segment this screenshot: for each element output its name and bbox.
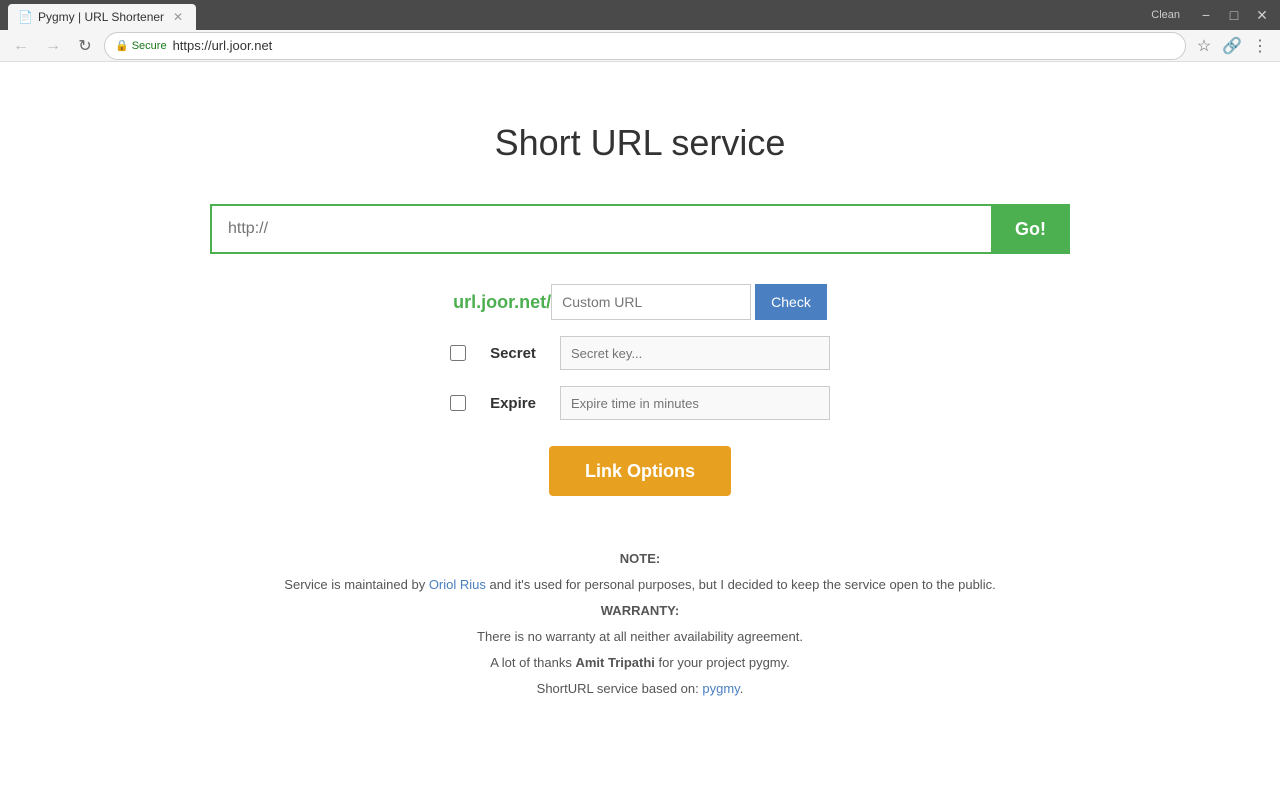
- warranty-label: WARRANTY:: [601, 603, 679, 618]
- thanks-before: A lot of thanks: [490, 655, 575, 670]
- menu-icon[interactable]: ⋮: [1248, 34, 1272, 58]
- url-input-row: Go!: [20, 204, 1260, 254]
- based-on-after: .: [740, 681, 744, 696]
- thanks-author: Amit Tripathi: [575, 655, 654, 670]
- note-after: and it's used for personal purposes, but…: [486, 577, 996, 592]
- tab-favicon-icon: 📄: [18, 10, 32, 24]
- expire-label: Expire: [478, 395, 548, 412]
- forward-button[interactable]: →: [40, 33, 66, 59]
- secure-label: Secure: [132, 40, 167, 52]
- bookmark-icon[interactable]: ☆: [1192, 34, 1216, 58]
- warranty-text: There is no warranty at all neither avai…: [20, 624, 1260, 650]
- check-button[interactable]: Check: [755, 284, 827, 320]
- minimize-button[interactable]: −: [1196, 5, 1216, 25]
- tab-title: Pygmy | URL Shortener: [38, 10, 164, 24]
- expire-checkbox[interactable]: [450, 395, 466, 411]
- custom-url-input[interactable]: [551, 284, 751, 320]
- secret-label: Secret: [478, 345, 548, 362]
- secret-input[interactable]: [560, 336, 830, 370]
- close-button[interactable]: ✕: [1252, 5, 1272, 25]
- base-url-label: url.joor.net/: [453, 292, 551, 313]
- secret-row: Secret: [450, 336, 830, 370]
- go-button[interactable]: Go!: [991, 204, 1070, 254]
- note-line: NOTE:: [20, 546, 1260, 572]
- browser-titlebar: 📄 Pygmy | URL Shortener ✕ Clean − □ ✕: [0, 0, 1280, 30]
- based-on-line: ShortURL service based on: pygmy.: [20, 676, 1260, 702]
- secret-checkbox[interactable]: [450, 345, 466, 361]
- browser-chrome: 📄 Pygmy | URL Shortener ✕ Clean − □ ✕ ← …: [0, 0, 1280, 62]
- maximize-button[interactable]: □: [1224, 5, 1244, 25]
- thanks-after: for your project pygmy.: [655, 655, 790, 670]
- based-on-before: ShortURL service based on:: [537, 681, 703, 696]
- link-options-button[interactable]: Link Options: [549, 446, 731, 496]
- reload-button[interactable]: ↻: [72, 33, 98, 59]
- thanks-line: A lot of thanks Amit Tripathi for your p…: [20, 650, 1260, 676]
- toolbar-right: ☆ 🔗 ⋮: [1192, 34, 1272, 58]
- browser-toolbar: ← → ↻ 🔒 Secure https://url.joor.net ☆ 🔗 …: [0, 30, 1280, 62]
- lock-icon: 🔒: [115, 39, 129, 52]
- address-bar[interactable]: 🔒 Secure https://url.joor.net: [104, 32, 1186, 60]
- url-input-wrapper: Go!: [210, 204, 1070, 254]
- address-text: https://url.joor.net: [173, 38, 1175, 53]
- note-before: Service is maintained by: [284, 577, 429, 592]
- custom-url-row: url.joor.net/ Check: [453, 284, 827, 320]
- warranty-line: WARRANTY:: [20, 598, 1260, 624]
- window-controls: Clean − □ ✕: [1151, 5, 1272, 25]
- expire-row: Expire: [450, 386, 830, 420]
- browser-tab[interactable]: 📄 Pygmy | URL Shortener ✕: [8, 4, 196, 30]
- url-input[interactable]: [210, 204, 991, 254]
- page-content: Short URL service Go! url.joor.net/ Chec…: [0, 62, 1280, 742]
- options-section: url.joor.net/ Check Secret Expire Link O…: [20, 284, 1260, 496]
- expire-input[interactable]: [560, 386, 830, 420]
- footer-notes: NOTE: Service is maintained by Oriol Riu…: [20, 546, 1260, 702]
- back-button[interactable]: ←: [8, 33, 34, 59]
- note-text: Service is maintained by Oriol Rius and …: [20, 572, 1260, 598]
- note-label: NOTE:: [620, 551, 660, 566]
- page-title: Short URL service: [20, 122, 1260, 164]
- tab-close-icon[interactable]: ✕: [170, 9, 186, 25]
- link-icon[interactable]: 🔗: [1220, 34, 1244, 58]
- note-author-link[interactable]: Oriol Rius: [429, 577, 486, 592]
- clean-label: Clean: [1151, 9, 1180, 21]
- pygmy-link[interactable]: pygmy: [702, 681, 739, 696]
- secure-badge: 🔒 Secure: [115, 39, 167, 52]
